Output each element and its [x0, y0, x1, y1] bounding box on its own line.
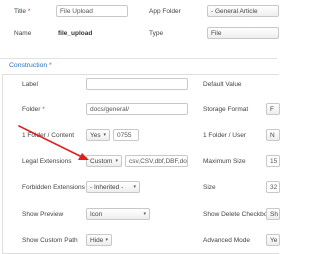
- folder-label: Folder *: [22, 106, 45, 113]
- storage-format-label: Storage Format: [203, 106, 249, 113]
- size-value: 32: [270, 184, 278, 191]
- caret-down-icon: ▾: [133, 184, 136, 190]
- show-delete-value: Sh: [270, 211, 278, 218]
- folder-content-select-value: Yes: [90, 132, 101, 139]
- folder-input[interactable]: docs/general/: [86, 103, 188, 115]
- caret-down-icon: ▾: [115, 158, 118, 164]
- construction-title-text: Construction: [9, 62, 48, 69]
- forbidden-extensions-label: Forbidden Extensions: [22, 184, 85, 191]
- section-divider: [0, 58, 277, 59]
- show-preview-value: Icon: [90, 211, 103, 218]
- storage-format-select[interactable]: F: [266, 103, 280, 115]
- legal-extensions-select[interactable]: Custom ▾: [86, 155, 122, 167]
- title-input-value: File Upload: [60, 8, 93, 15]
- forbidden-extensions-select[interactable]: - Inherited - ▾: [86, 181, 140, 193]
- folder-content-select[interactable]: Yes ▾: [86, 129, 110, 141]
- legal-extensions-value: csv,CSV,dbf,DBF,do: [129, 158, 187, 165]
- forbidden-extensions-value: - Inherited -: [90, 184, 124, 191]
- default-value-label: Default Value: [203, 81, 242, 88]
- name-value: file_upload: [58, 30, 93, 37]
- folder-permissions-value: 0755: [117, 132, 132, 139]
- name-label: Name: [14, 30, 32, 37]
- caret-down-icon: ▾: [143, 211, 146, 217]
- folder-user-label: 1 Folder / User: [203, 132, 246, 139]
- folder-required-mark: *: [42, 106, 45, 113]
- show-custom-path-select[interactable]: Hide ▾: [86, 234, 112, 246]
- title-label-text: Title: [14, 8, 27, 15]
- label-input[interactable]: [86, 78, 188, 90]
- size-input[interactable]: 32: [266, 181, 280, 193]
- advanced-mode-label: Advanced Mode: [203, 237, 250, 244]
- show-custom-path-label: Show Custom Path: [22, 237, 78, 244]
- show-custom-path-value: Hide: [90, 237, 104, 244]
- type-select[interactable]: File: [207, 27, 279, 39]
- title-label: Title *: [14, 8, 30, 15]
- construction-section-title[interactable]: Construction *: [9, 62, 52, 69]
- construction-required-mark: *: [49, 62, 52, 69]
- advanced-mode-select[interactable]: Ye: [266, 234, 280, 246]
- storage-format-value: F: [270, 106, 274, 113]
- maximum-size-input[interactable]: 15: [266, 155, 280, 167]
- legal-extensions-label: Legal Extensions: [22, 158, 72, 165]
- caret-down-icon: ▾: [103, 132, 106, 138]
- folder-user-value: N: [270, 132, 275, 139]
- folder-permissions-input[interactable]: 0755: [113, 129, 139, 141]
- type-label: Type: [149, 30, 164, 37]
- label-field-label: Label: [22, 81, 38, 88]
- legal-extensions-select-value: Custom: [90, 158, 113, 165]
- caret-down-icon: ▾: [105, 237, 108, 243]
- required-mark: *: [27, 8, 31, 15]
- folder-input-value: docs/general/: [90, 106, 130, 113]
- show-delete-select[interactable]: Sh: [266, 208, 280, 220]
- show-delete-checkbox-label: Show Delete Checkbox: [203, 211, 271, 218]
- maximum-size-value: 15: [270, 158, 278, 165]
- app-folder-select[interactable]: - General Article: [207, 5, 279, 17]
- show-preview-label: Show Preview: [22, 211, 64, 218]
- folder-label-text: Folder: [22, 106, 41, 113]
- title-input[interactable]: File Upload: [56, 5, 128, 17]
- maximum-size-label: Maximum Size: [203, 158, 246, 165]
- advanced-mode-value: Ye: [270, 237, 278, 244]
- app-folder-value: - General Article: [211, 8, 258, 15]
- legal-extensions-input[interactable]: csv,CSV,dbf,DBF,do: [125, 155, 188, 167]
- folder-user-select[interactable]: N: [266, 129, 280, 141]
- app-folder-label: App Folder: [149, 8, 181, 15]
- folder-content-label: 1 Folder / Content: [22, 132, 75, 139]
- show-preview-select[interactable]: Icon ▾: [86, 208, 150, 220]
- size-label: Size: [203, 184, 216, 191]
- type-value: File: [211, 30, 222, 37]
